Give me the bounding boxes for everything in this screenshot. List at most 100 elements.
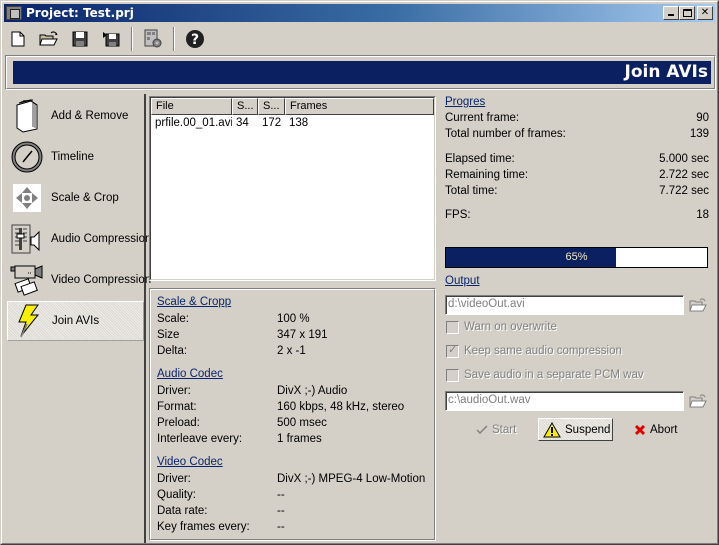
info-key: Key frames every: (157, 521, 250, 533)
open-folder-icon (689, 394, 707, 408)
info-value: 500 msec (277, 417, 327, 429)
checkbox-box: ✓ (446, 343, 459, 358)
sidebar-item-video-compression[interactable]: Video Compression (7, 260, 151, 300)
info-row: Quality: -- (157, 487, 427, 503)
checkbox-label: Keep same audio compression (464, 345, 622, 357)
info-value: -- (277, 505, 285, 517)
info-row: Key frames every: -- (157, 519, 427, 535)
pages-icon (10, 99, 44, 133)
save-disk-icon (72, 31, 88, 47)
stat-row: Elapsed time: 5.000 sec (445, 151, 709, 167)
column-header-s2[interactable]: S... (258, 98, 285, 115)
browse-audio-button[interactable] (688, 392, 708, 410)
abort-label: Abort (650, 423, 678, 436)
file-list-header: File S... S... Frames (151, 98, 434, 115)
column-header-file[interactable]: File (151, 98, 232, 115)
info-key: Driver: (157, 385, 191, 397)
maximize-icon (682, 9, 692, 17)
red-x-icon (634, 424, 646, 436)
start-button[interactable]: Start (476, 418, 516, 441)
info-value: 160 kbps, 48 kHz, stereo (277, 401, 405, 413)
stat-row: Total number of frames: 139 (445, 126, 709, 142)
toolbar-separator (131, 27, 133, 51)
page-header: Join AVIs (5, 55, 716, 90)
clock-icon (10, 140, 44, 174)
help-button[interactable]: ? (181, 26, 209, 52)
sidebar-item-scale-crop[interactable]: Scale & Crop (7, 178, 144, 218)
total-time-value: 7.722 sec (659, 185, 709, 197)
save-as-button[interactable] (97, 26, 125, 52)
move-arrows-icon (10, 181, 44, 215)
stat-row: FPS: 18 (445, 207, 709, 223)
video-output-path-field[interactable]: d:\videoOut.avi (445, 295, 684, 315)
abort-button[interactable]: Abort (634, 418, 678, 441)
info-value: 1 frames (277, 433, 322, 445)
sidebar-item-label: Timeline (51, 151, 95, 163)
video-codec-link[interactable]: Video Codec (157, 456, 223, 468)
info-key: Preload: (157, 417, 200, 429)
sidebar-item-label: Video Compression (51, 274, 152, 286)
remaining-value: 2.722 sec (659, 169, 709, 181)
info-key: Driver: (157, 473, 191, 485)
sidebar-item-add-remove[interactable]: Add & Remove (7, 96, 144, 136)
info-row: Preload: 500 msec (157, 415, 427, 431)
stat-row: Current frame: 90 (445, 110, 709, 126)
sidebar-item-label: Add & Remove (51, 110, 129, 122)
open-button[interactable] (35, 26, 63, 52)
sidebar-item-audio-compression[interactable]: Audio Compression (7, 219, 151, 259)
sidebar-item-label: Audio Compression (51, 233, 152, 245)
total-frames-value: 139 (689, 128, 709, 140)
browse-video-button[interactable] (688, 296, 708, 314)
info-value: 347 x 191 (277, 329, 328, 341)
stat-label: Current frame: (445, 112, 520, 124)
stat-label: Remaining time: (445, 169, 529, 181)
audio-codec-link[interactable]: Audio Codec (157, 368, 223, 380)
sidebar-item-join-avis[interactable]: Join AVIs (7, 301, 144, 341)
progress-bar: 65% (445, 247, 708, 268)
checkmark-icon (476, 424, 488, 435)
info-key: Quality: (157, 489, 196, 501)
output-link[interactable]: Output (445, 275, 480, 287)
new-button[interactable] (4, 26, 32, 52)
minimize-icon (668, 14, 674, 16)
save-as-icon (103, 32, 120, 47)
title-bar[interactable]: Project: Test.prj ✕ (4, 4, 715, 22)
file-info-panel: Scale & Cropp Scale: 100 % Size 347 x 191 … (149, 288, 436, 541)
maximize-button[interactable] (679, 6, 695, 20)
fps-value: 18 (696, 209, 709, 221)
new-document-icon (11, 31, 25, 47)
suspend-button[interactable]: Suspend (538, 418, 613, 441)
warn-overwrite-checkbox[interactable]: Warn on overwrite (446, 319, 557, 335)
scale-crop-link[interactable]: Scale & Cropp (157, 296, 231, 308)
cell-s2: 172 (262, 117, 282, 129)
info-key: Format: (157, 401, 197, 413)
info-key: Scale: (157, 313, 189, 325)
save-button[interactable] (66, 26, 94, 52)
close-icon: ✕ (700, 7, 710, 18)
audio-output-path-field[interactable]: c:\audioOut.wav (445, 391, 684, 411)
keep-audio-compression-checkbox[interactable]: ✓ Keep same audio compression (446, 343, 622, 359)
checkbox-box (446, 368, 459, 382)
sidebar-item-label: Join AVIs (52, 315, 100, 327)
checkmark-icon: ✓ (448, 343, 458, 356)
sidebar: Add & Remove Timeline Scale & Crop Audio… (5, 94, 151, 544)
table-row[interactable]: prfile.00_01.avi 34 172 138 (151, 115, 434, 131)
column-header-frames[interactable]: Frames (285, 98, 434, 115)
minimize-button[interactable] (663, 6, 679, 20)
stat-label: Total number of frames: (445, 128, 566, 140)
column-header-s1[interactable]: S... (232, 98, 258, 115)
sidebar-item-timeline[interactable]: Timeline (7, 137, 144, 177)
sidebar-item-label: Scale & Crop (51, 192, 119, 204)
file-list[interactable]: File S... S... Frames prfile.00_01.avi 3… (149, 96, 436, 281)
settings-button[interactable] (139, 26, 167, 52)
separate-wav-checkbox[interactable]: Save audio in a separate PCM wav (446, 367, 644, 383)
elapsed-value: 5.000 sec (659, 153, 709, 165)
info-row: Data rate: -- (157, 503, 427, 519)
close-button[interactable]: ✕ (697, 6, 713, 20)
info-row: Scale: 100 % (157, 311, 427, 327)
settings-icon (144, 29, 162, 48)
progress-link[interactable]: Progres (445, 96, 485, 108)
info-key: Size (157, 329, 180, 341)
info-value: 2 x -1 (277, 345, 306, 357)
window-title: Project: Test.prj (26, 6, 134, 20)
